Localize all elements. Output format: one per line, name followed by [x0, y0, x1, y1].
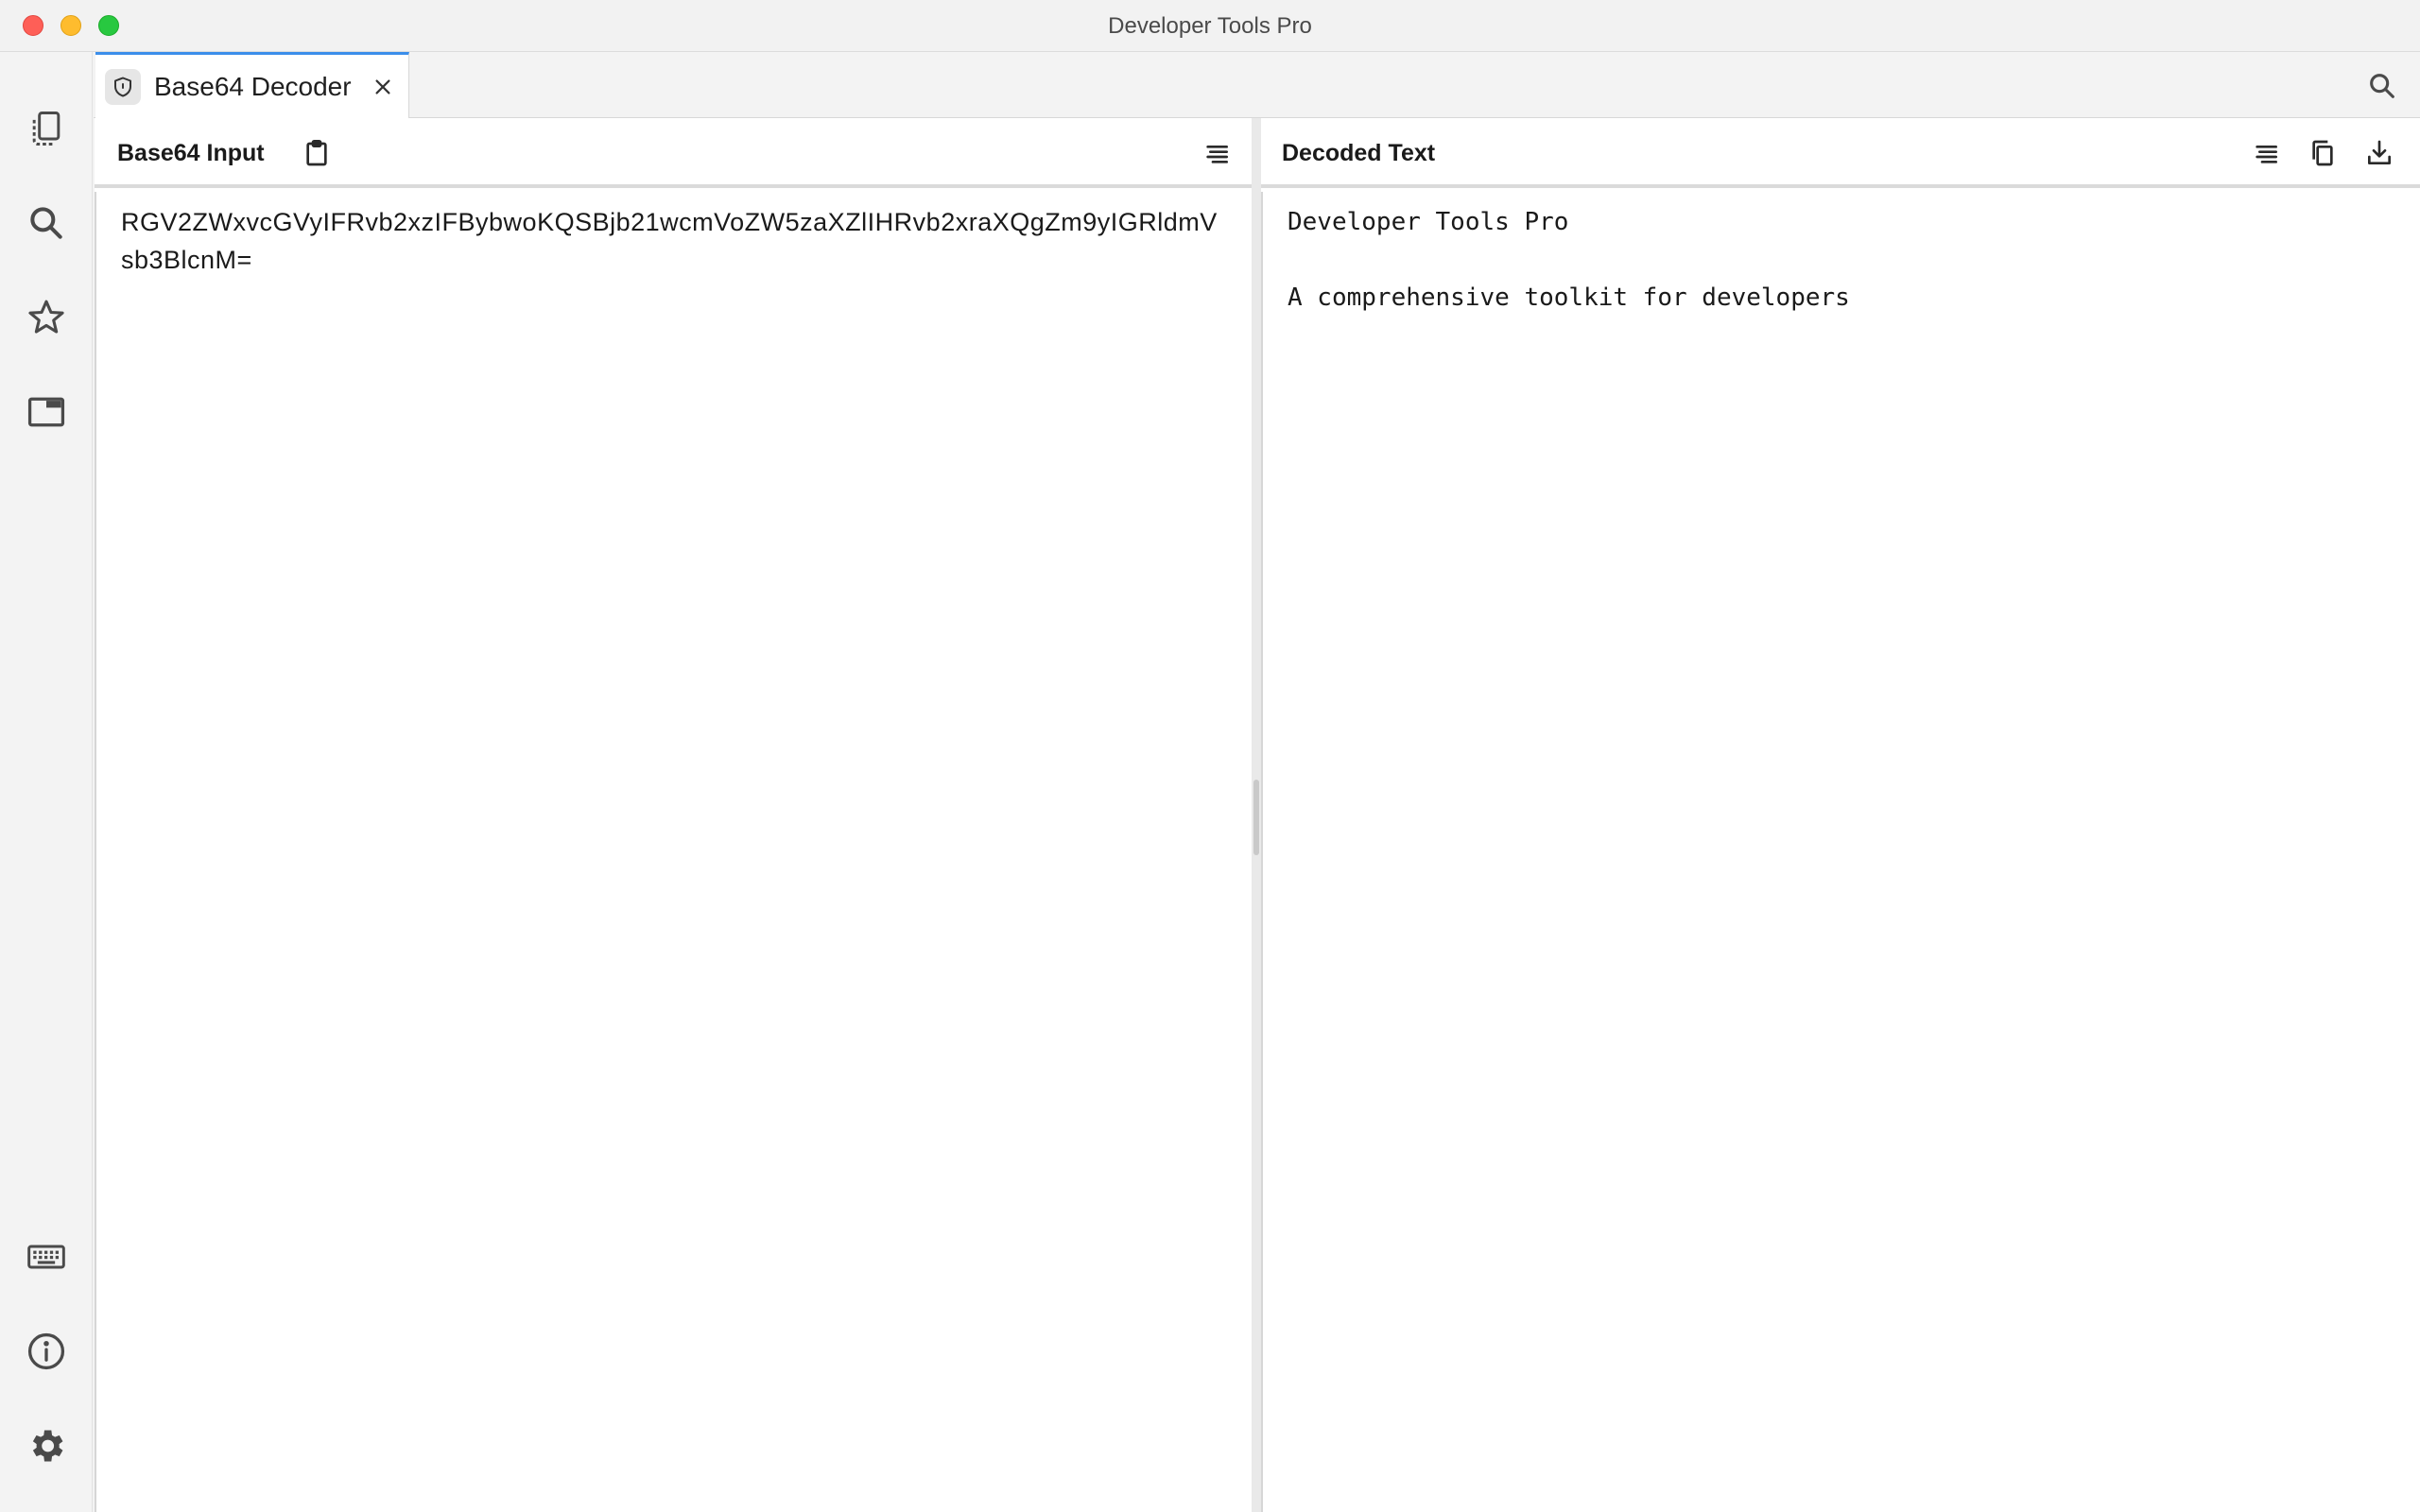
shield-icon: [114, 77, 131, 96]
copy-output-button[interactable]: [2301, 131, 2344, 175]
window-title: Developer Tools Pro: [1108, 13, 1312, 39]
paste-button[interactable]: [295, 131, 338, 175]
tab-label: Base64 Decoder: [154, 71, 352, 101]
output-wrap-button[interactable]: [2244, 131, 2288, 175]
tab-icon: [105, 68, 141, 105]
splitter-handle[interactable]: [1253, 780, 1259, 855]
base64-input-editor[interactable]: RGV2ZWxvcGVyIFRvb2xzIFBybwoKQSBjb21wcmVo…: [95, 192, 1252, 1512]
activity-tools-button[interactable]: [19, 101, 74, 156]
gear-icon: [32, 1430, 63, 1462]
copy-pages-icon: [32, 112, 60, 146]
tab-base64-decoder[interactable]: Base64 Decoder: [95, 52, 409, 118]
input-panel-header: Base64 Input: [95, 118, 1252, 188]
copy-icon: [2312, 140, 2333, 166]
window-icon: [27, 397, 65, 427]
download-icon: [2368, 140, 2391, 164]
search-icon: [2370, 74, 2394, 98]
title-bar: Developer Tools Pro: [0, 0, 2420, 52]
activity-about-button[interactable]: [19, 1324, 74, 1379]
info-icon: [27, 1332, 65, 1370]
clipboard-icon: [306, 140, 327, 166]
decoded-text-output[interactable]: Developer Tools Pro A comprehensive tool…: [1261, 192, 2420, 1512]
input-wrap-button[interactable]: [1195, 131, 1238, 175]
download-output-button[interactable]: [2358, 131, 2401, 175]
star-icon: [28, 300, 64, 334]
input-panel: Base64 Input RGV2ZWxvcGVyIFRvb2xzIFBybwo…: [95, 118, 1252, 1512]
keyboard-icon: [27, 1245, 65, 1269]
wrap-lines-icon: [1206, 146, 1228, 163]
wrap-lines-icon: [2256, 146, 2277, 163]
close-icon: [375, 78, 390, 94]
tab-close-button[interactable]: [369, 73, 397, 101]
output-panel-title: Decoded Text: [1282, 140, 1436, 166]
search-icon: [30, 207, 62, 239]
output-panel: Decoded Text Developer Tools Pro A compr…: [1261, 118, 2420, 1512]
tab-search-button[interactable]: [2363, 67, 2401, 105]
tab-bar: Base64 Decoder: [94, 52, 2420, 118]
activity-search-button[interactable]: [19, 196, 74, 250]
input-panel-title: Base64 Input: [117, 140, 265, 166]
activity-shortcuts-button[interactable]: [19, 1229, 74, 1284]
panel-splitter[interactable]: [1252, 118, 1261, 1512]
activity-favorites-button[interactable]: [19, 290, 74, 345]
activity-windows-button[interactable]: [19, 385, 74, 439]
activity-settings-button[interactable]: [19, 1418, 74, 1473]
output-panel-header: Decoded Text: [1261, 118, 2420, 188]
activity-bar: [0, 52, 93, 1512]
